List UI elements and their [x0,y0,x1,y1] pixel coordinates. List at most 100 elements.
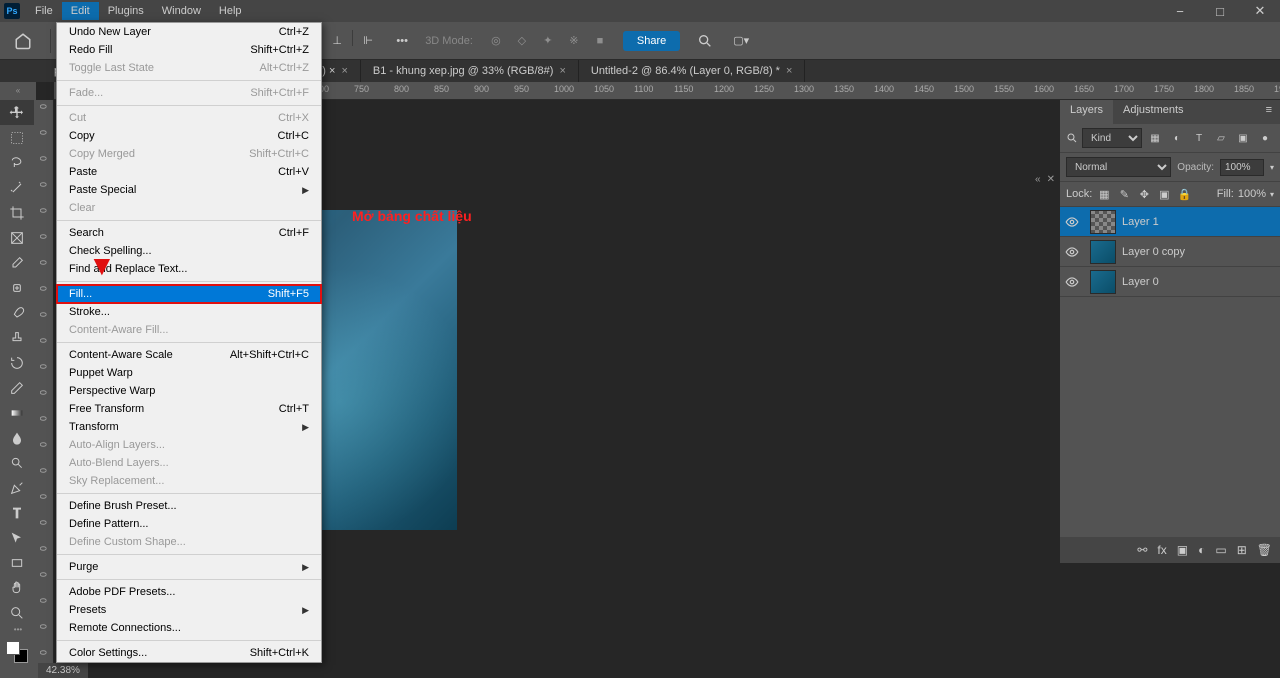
menu-help[interactable]: Help [210,2,251,20]
hand-tool[interactable] [0,575,34,600]
menu-item-perspective-warp[interactable]: Perspective Warp [57,382,321,400]
layer-thumbnail[interactable] [1090,210,1116,234]
dodge-tool[interactable] [0,450,34,475]
panel-collapse-icons[interactable]: «✕ [1035,174,1055,185]
delete-icon[interactable]: 🗑 [1257,543,1272,557]
marquee-tool[interactable] [0,125,34,150]
menu-item-presets[interactable]: Presets▶ [57,601,321,619]
filter-type-icon[interactable]: T [1190,129,1208,147]
menu-item-transform[interactable]: Transform▶ [57,418,321,436]
more-icon[interactable]: ••• [391,30,413,52]
filter-smart-icon[interactable]: ▣ [1234,129,1252,147]
frame-tool[interactable] [0,225,34,250]
tab-adjustments[interactable]: Adjustments [1113,100,1194,124]
document-tab[interactable]: Untitled-2 @ 86.4% (Layer 0, RGB/8) *× [579,60,806,82]
tab-layers[interactable]: Layers [1060,100,1113,124]
close-button[interactable]: ✕ [1240,0,1280,22]
fx-icon[interactable]: fx [1157,543,1166,557]
menu-plugins[interactable]: Plugins [99,2,153,20]
move-tool[interactable] [0,100,34,125]
layer-row[interactable]: Layer 0 copy [1060,237,1280,267]
menu-item-stroke-[interactable]: Stroke... [57,303,321,321]
minimize-button[interactable]: − [1160,0,1200,22]
layer-row[interactable]: Layer 0 [1060,267,1280,297]
distribute-bottom-icon[interactable]: ⊥ [326,30,348,52]
menu-item-define-pattern-[interactable]: Define Pattern... [57,515,321,533]
menu-file[interactable]: File [26,2,62,20]
opacity-value[interactable]: 100% [1220,159,1264,176]
filter-pixel-icon[interactable]: ▦ [1146,129,1164,147]
layer-name[interactable]: Layer 0 copy [1122,246,1185,258]
zoom-level[interactable]: 42.38% [38,663,88,678]
menu-window[interactable]: Window [153,2,210,20]
rectangle-tool[interactable] [0,550,34,575]
eraser-tool[interactable] [0,375,34,400]
menu-item-remote-connections-[interactable]: Remote Connections... [57,619,321,637]
gradient-tool[interactable] [0,400,34,425]
blend-mode-select[interactable]: Normal [1066,157,1171,177]
group-icon[interactable]: ▭ [1215,543,1226,557]
home-icon[interactable] [8,28,38,54]
lasso-tool[interactable] [0,150,34,175]
maximize-button[interactable]: □ [1200,0,1240,22]
close-tab-icon[interactable]: × [341,65,347,77]
layer-name[interactable]: Layer 0 [1122,276,1159,288]
more-tools-icon[interactable]: ••• [0,625,36,639]
filter-toggle-icon[interactable]: ● [1256,129,1274,147]
menu-item-content-aware-scale[interactable]: Content-Aware ScaleAlt+Shift+Ctrl+C [57,346,321,364]
menu-item-redo-fill[interactable]: Redo FillShift+Ctrl+Z [57,41,321,59]
close-tab-icon[interactable]: × [786,65,792,77]
lock-artboard-icon[interactable]: ▣ [1156,186,1172,202]
brush-tool[interactable] [0,300,34,325]
workspace-icon[interactable]: ▢▾ [730,30,752,52]
menu-edit[interactable]: Edit [62,2,99,20]
menu-item-copy[interactable]: CopyCtrl+C [57,127,321,145]
link-layers-icon[interactable]: ⚯ [1137,543,1147,557]
color-swatch[interactable] [0,639,36,667]
crop-tool[interactable] [0,200,34,225]
search-icon[interactable] [694,30,716,52]
document-tab[interactable]: B1 - khung xep.jpg @ 33% (RGB/8#)× [361,60,579,82]
menu-item-puppet-warp[interactable]: Puppet Warp [57,364,321,382]
mask-icon[interactable]: ▣ [1177,543,1188,557]
history-brush-tool[interactable] [0,350,34,375]
filter-adjust-icon[interactable]: ◐ [1168,129,1186,147]
zoom-tool[interactable] [0,600,34,625]
menu-item-purge[interactable]: Purge▶ [57,558,321,576]
distribute-v-icon[interactable]: ⊩ [357,30,379,52]
stamp-tool[interactable] [0,325,34,350]
wand-tool[interactable] [0,175,34,200]
menu-item-fill-[interactable]: Fill...Shift+F5 [57,285,321,303]
menu-item-search[interactable]: SearchCtrl+F [57,224,321,242]
menu-item-undo-new-layer[interactable]: Undo New LayerCtrl+Z [57,23,321,41]
kind-filter[interactable]: Kind [1082,128,1142,148]
blur-tool[interactable] [0,425,34,450]
visibility-icon[interactable] [1060,275,1084,289]
lock-all-icon[interactable]: 🔒 [1176,186,1192,202]
panel-menu-icon[interactable]: ≡ [1258,100,1280,124]
type-tool[interactable] [0,500,34,525]
lock-trans-icon[interactable]: ▦ [1096,186,1112,202]
menu-item-define-brush-preset-[interactable]: Define Brush Preset... [57,497,321,515]
visibility-icon[interactable] [1060,245,1084,259]
collapse-icon[interactable]: « [0,86,36,100]
menu-item-paste-special[interactable]: Paste Special▶ [57,181,321,199]
fill-value[interactable]: 100% [1238,188,1266,200]
pen-tool[interactable] [0,475,34,500]
filter-shape-icon[interactable]: ▱ [1212,129,1230,147]
healing-tool[interactable] [0,275,34,300]
lock-pos-icon[interactable]: ✥ [1136,186,1152,202]
menu-item-paste[interactable]: PasteCtrl+V [57,163,321,181]
layer-row[interactable]: Layer 1 [1060,207,1280,237]
menu-item-free-transform[interactable]: Free TransformCtrl+T [57,400,321,418]
chevron-down-icon[interactable]: ▾ [1270,163,1274,172]
layer-name[interactable]: Layer 1 [1122,216,1159,228]
adjustment-icon[interactable]: ◐ [1198,543,1205,557]
eyedropper-tool[interactable] [0,250,34,275]
share-button[interactable]: Share [623,31,680,51]
menu-item-adobe-pdf-presets-[interactable]: Adobe PDF Presets... [57,583,321,601]
lock-paint-icon[interactable]: ✎ [1116,186,1132,202]
close-tab-icon[interactable]: × [559,65,565,77]
layer-thumbnail[interactable] [1090,240,1116,264]
visibility-icon[interactable] [1060,215,1084,229]
